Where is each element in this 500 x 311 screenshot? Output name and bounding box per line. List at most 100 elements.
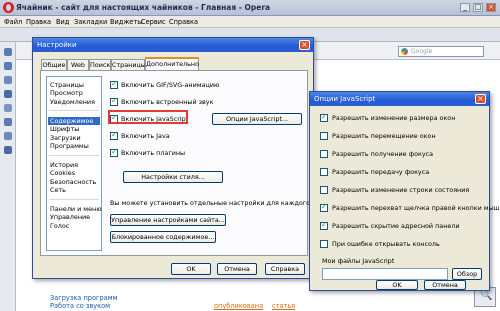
page-link-article[interactable]: статья <box>272 302 295 310</box>
js-opt-move-checkbox[interactable] <box>320 132 328 140</box>
js-options-button[interactable]: Опции JavaScript... <box>212 113 302 125</box>
js-opt-rightclick-checkbox[interactable] <box>320 202 328 212</box>
menu-widgets[interactable]: Виджеты <box>110 18 142 26</box>
category-notifications[interactable]: Уведомления <box>50 98 95 106</box>
side-panel <box>0 42 16 311</box>
js-files-label: Мои файлы JavaScript <box>322 257 395 265</box>
tab-search[interactable]: Поиск <box>89 59 111 70</box>
page-link-sound[interactable]: Работа со звуком <box>50 302 110 310</box>
panel-info-icon[interactable] <box>4 132 12 140</box>
js-opt-resize-checkbox[interactable] <box>320 112 328 122</box>
category-group-4: Панели и меню Управление Голос <box>50 205 102 230</box>
search-input[interactable]: Google <box>398 46 484 57</box>
js-opt-raise-checkbox[interactable] <box>320 150 328 158</box>
category-network[interactable]: Сеть <box>50 186 96 194</box>
panel-history-icon[interactable] <box>4 104 12 112</box>
category-list[interactable]: Страницы Просмотр Уведомления Содержимое… <box>46 76 102 251</box>
settings-ok-button[interactable]: OK <box>171 263 211 275</box>
category-divider <box>49 110 99 111</box>
category-group-3: История Cookies Безопасность Сеть <box>50 161 96 195</box>
settings-panel: Страницы Просмотр Уведомления Содержимое… <box>40 70 331 256</box>
js-opt-console-label: При ошибке открывать консоль <box>332 240 440 248</box>
menu-edit[interactable]: Правка <box>26 18 51 26</box>
panel-links-icon[interactable] <box>4 118 12 126</box>
browser-titlebar: Ячайник - сайт для настоящих чайников - … <box>0 0 500 16</box>
google-icon <box>401 48 408 55</box>
panel-windows-icon[interactable] <box>4 146 12 154</box>
js-options-dialog: Опции JavaScript × Разрешить изменение р… <box>309 91 500 291</box>
settings-dialog: Настройки × Общие Web Поиск Страницы Доп… <box>32 37 331 279</box>
panel-widgets-icon[interactable] <box>4 62 12 70</box>
js-opt-raise-label: Разрешить получение фокуса <box>332 150 434 158</box>
js-opt-lower-label: Разрешить передачу фокуса <box>332 168 430 176</box>
settings-title: Настройки <box>37 41 77 49</box>
category-security[interactable]: Безопасность <box>50 178 96 186</box>
close-icon[interactable]: × <box>486 3 496 12</box>
js-opt-move-label: Разрешить перемещение окон <box>332 132 436 140</box>
settings-cancel-button[interactable]: Отмена <box>217 263 257 275</box>
category-content[interactable]: Содержимое <box>48 117 100 126</box>
category-programs[interactable]: Программы <box>50 142 100 150</box>
category-divider <box>49 199 99 200</box>
blocked-content-button[interactable]: Блокированное содержимое... <box>110 231 216 243</box>
menu-view[interactable]: Вид <box>56 18 69 26</box>
category-group-2: Содержимое Шрифты Загрузки Программы <box>48 117 100 151</box>
category-group-1: Страницы Просмотр Уведомления <box>50 81 95 106</box>
js-options-title: Опции JavaScript <box>314 95 376 103</box>
gif-animation-label: Включить GIF/SVG-анимацию <box>121 81 220 89</box>
style-settings-button[interactable]: Настройки стиля... <box>123 171 223 183</box>
builtin-sound-label: Включить встроенный звук <box>121 98 214 106</box>
js-opt-resize-label: Разрешить изменение размера окон <box>332 114 456 122</box>
page-link-published[interactable]: опубликована <box>214 302 263 310</box>
builtin-sound-checkbox[interactable] <box>110 96 118 106</box>
page-link-downloads[interactable]: Загрузка программ <box>50 294 118 302</box>
browser-title: Ячайник - сайт для настоящих чайников - … <box>16 3 271 12</box>
menu-bookmarks[interactable]: Закладки <box>74 18 107 26</box>
tab-advanced[interactable]: Дополнительно <box>145 57 199 71</box>
gif-animation-checkbox[interactable] <box>110 79 118 89</box>
category-history[interactable]: История <box>50 161 96 169</box>
java-checkbox[interactable] <box>110 130 118 140</box>
menu-file[interactable]: Файл <box>4 18 22 26</box>
category-pages[interactable]: Страницы <box>50 81 95 89</box>
zoom-magnifier-icon: 🔍 <box>480 290 493 301</box>
category-voice[interactable]: Голос <box>50 222 102 230</box>
tab-web[interactable]: Web <box>67 59 89 70</box>
panel-bookmarks-icon[interactable] <box>4 48 12 56</box>
settings-help-button[interactable]: Справка <box>265 263 305 275</box>
maximize-icon[interactable]: □ <box>473 3 483 12</box>
java-label: Включить Java <box>121 132 170 140</box>
js-opt-lower-checkbox[interactable] <box>320 168 328 176</box>
plugins-checkbox[interactable] <box>110 147 118 157</box>
menu-help[interactable]: Справка <box>169 18 198 26</box>
plugins-label: Включить плагины <box>121 149 186 157</box>
tab-general[interactable]: Общие <box>41 59 67 70</box>
js-opt-hide-address-label: Разрешить скрытие адресной панели <box>332 222 460 230</box>
js-opt-status-checkbox[interactable] <box>320 186 328 194</box>
category-downloads[interactable]: Загрузки <box>50 134 100 142</box>
settings-titlebar: Настройки × <box>33 38 313 52</box>
js-opt-rightclick-label: Разрешить перехват щелчка правой кнопки … <box>332 204 500 212</box>
category-cookies[interactable]: Cookies <box>50 169 96 177</box>
js-opt-status-label: Разрешить изменение строки состояния <box>332 186 470 194</box>
js-opt-hide-address-checkbox[interactable] <box>320 220 328 230</box>
panel-transfers-icon[interactable] <box>4 90 12 98</box>
js-options-ok-button[interactable]: OK <box>376 280 418 290</box>
minimize-icon[interactable]: _ <box>460 3 470 12</box>
js-files-browse-button[interactable]: Обзор <box>452 268 482 280</box>
category-browsing[interactable]: Просмотр <box>50 89 95 97</box>
js-opt-console-checkbox[interactable] <box>320 240 328 248</box>
category-shortcuts[interactable]: Управление <box>50 213 102 221</box>
menu-tools[interactable]: Сервис <box>141 18 166 26</box>
tab-pages[interactable]: Страницы <box>111 59 146 70</box>
category-fonts[interactable]: Шрифты <box>50 125 100 133</box>
panel-notes-icon[interactable] <box>4 76 12 84</box>
manage-site-settings-button[interactable]: Управление настройками сайта... <box>110 214 226 226</box>
settings-close-icon[interactable]: × <box>299 40 310 50</box>
category-divider <box>49 155 99 156</box>
js-files-input[interactable] <box>322 268 448 280</box>
javascript-highlight <box>108 110 188 124</box>
js-options-close-icon[interactable]: × <box>475 94 486 104</box>
js-options-cancel-button[interactable]: Отмена <box>424 280 466 290</box>
category-toolbars[interactable]: Панели и меню <box>50 205 102 213</box>
